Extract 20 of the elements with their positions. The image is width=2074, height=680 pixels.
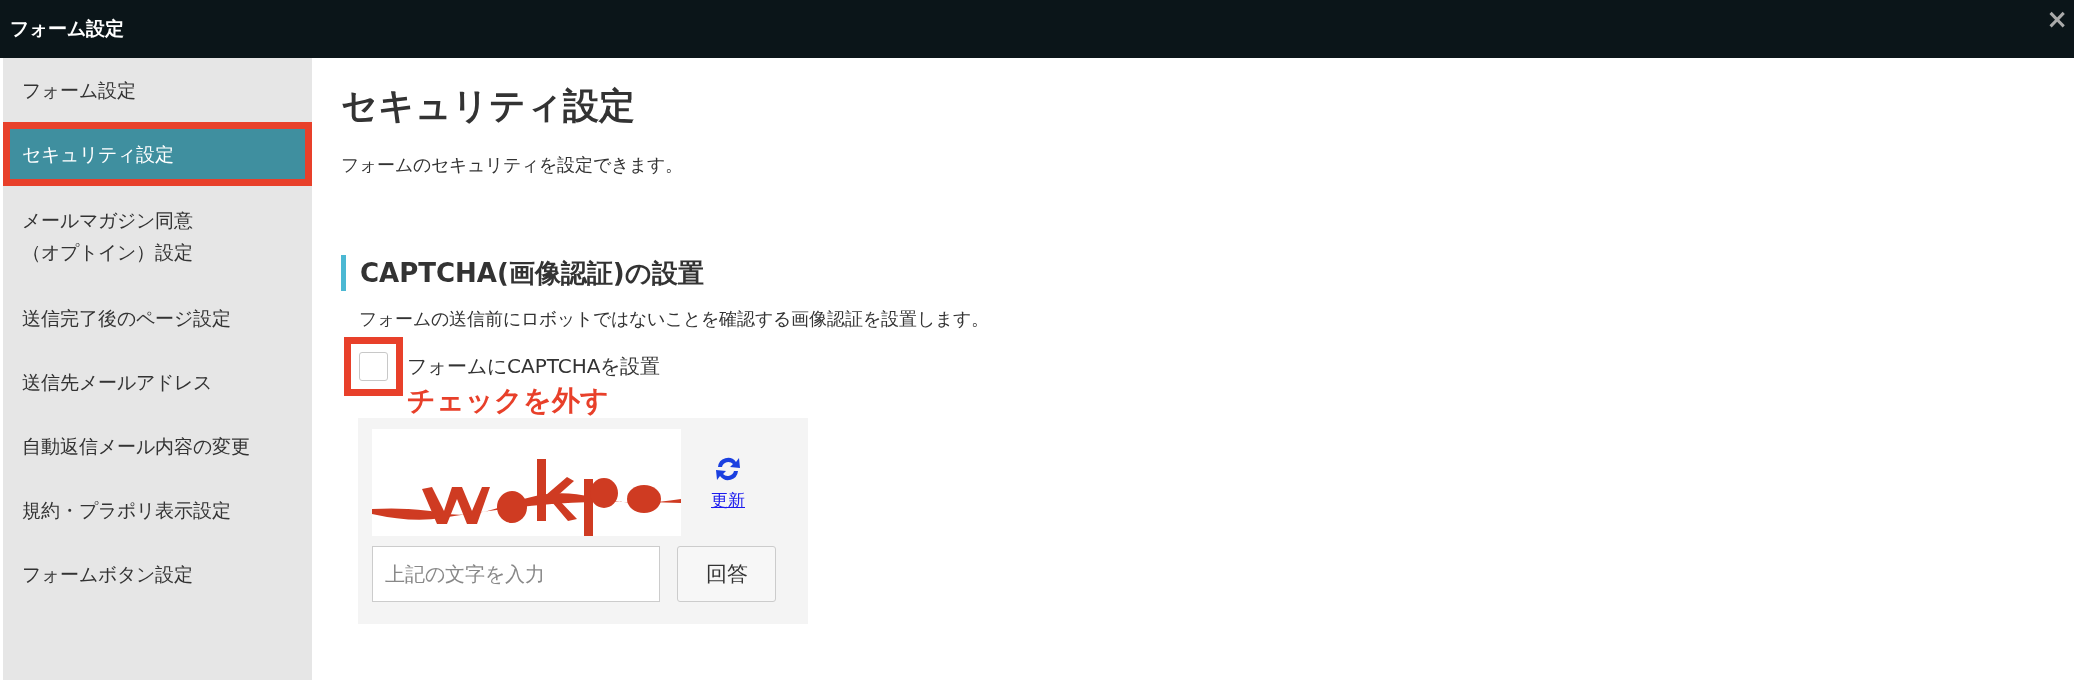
refresh-link[interactable]: 更新 [711, 489, 745, 512]
section-heading: CAPTCHA(画像認証)の設置 [341, 255, 2045, 292]
checkbox[interactable] [359, 352, 388, 382]
sidebar-item[interactable]: メールマガジン同意（オプトイン）設定 [3, 186, 312, 286]
sidebar-item[interactable]: フォームボタン設定 [3, 542, 312, 606]
close-button[interactable]: × [2046, 6, 2068, 32]
sidebar-item[interactable]: セキュリティ設定 [3, 122, 312, 186]
answer-button[interactable]: 回答 [677, 546, 776, 602]
sidebar-item[interactable]: 自動返信メール内容の変更 [3, 414, 312, 478]
captcha-input[interactable]: 上記の文字を入力 [372, 546, 660, 602]
checkbox-label: フォームにCAPTCHAを設置 [407, 353, 661, 381]
sidebar-item[interactable]: フォーム設定 [3, 58, 312, 122]
page-description: フォームのセキュリティを設定できます。 [341, 153, 684, 177]
window-title: フォーム設定 [10, 16, 124, 41]
section-description: フォームの送信前にロボットではないことを確認する画像認証を設置します。 [359, 307, 990, 332]
sidebar-item[interactable]: 送信完了後のページ設定 [3, 286, 312, 350]
page-title: セキュリティ設定 [341, 84, 636, 128]
sidebar-item[interactable]: 規約・プラポリ表示設定 [3, 478, 312, 542]
sidebar-item[interactable]: 送信先メールアドレス [3, 350, 312, 414]
annotation-text: チェックを外す [407, 384, 610, 418]
